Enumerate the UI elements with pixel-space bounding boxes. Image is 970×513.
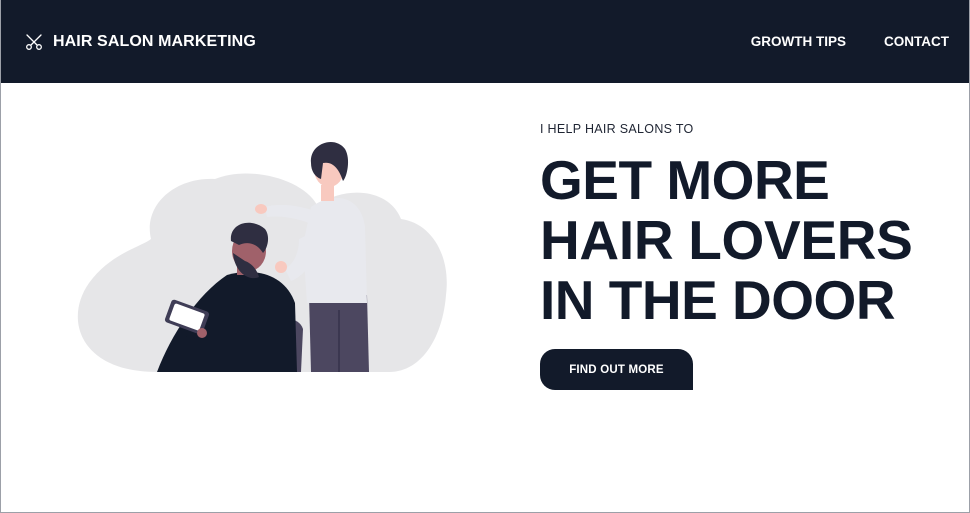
- hero-kicker: I HELP HAIR SALONS TO: [540, 122, 694, 136]
- headline-line-3: IN THE DOOR: [540, 269, 896, 331]
- navbar: HAIR SALON MARKETING GROWTH TIPS CONTACT: [1, 0, 969, 83]
- find-out-more-button[interactable]: FIND OUT MORE: [540, 349, 693, 390]
- hero-headline: GET MORE HAIR LOVERS IN THE DOOR: [540, 150, 960, 330]
- headline-line-1: GET MORE: [540, 149, 830, 211]
- page: HAIR SALON MARKETING GROWTH TIPS CONTACT: [0, 0, 970, 513]
- nav-link-growth-tips[interactable]: GROWTH TIPS: [751, 34, 846, 49]
- scissors-icon: [25, 33, 43, 51]
- brand[interactable]: HAIR SALON MARKETING: [25, 33, 256, 51]
- headline-line-2: HAIR LOVERS: [540, 209, 913, 271]
- barber-illustration: [71, 135, 455, 381]
- nav-link-contact[interactable]: CONTACT: [884, 34, 949, 49]
- hero-section: I HELP HAIR SALONS TO GET MORE HAIR LOVE…: [540, 122, 960, 390]
- brand-name: HAIR SALON MARKETING: [53, 32, 256, 50]
- main-nav: GROWTH TIPS CONTACT: [751, 34, 949, 49]
